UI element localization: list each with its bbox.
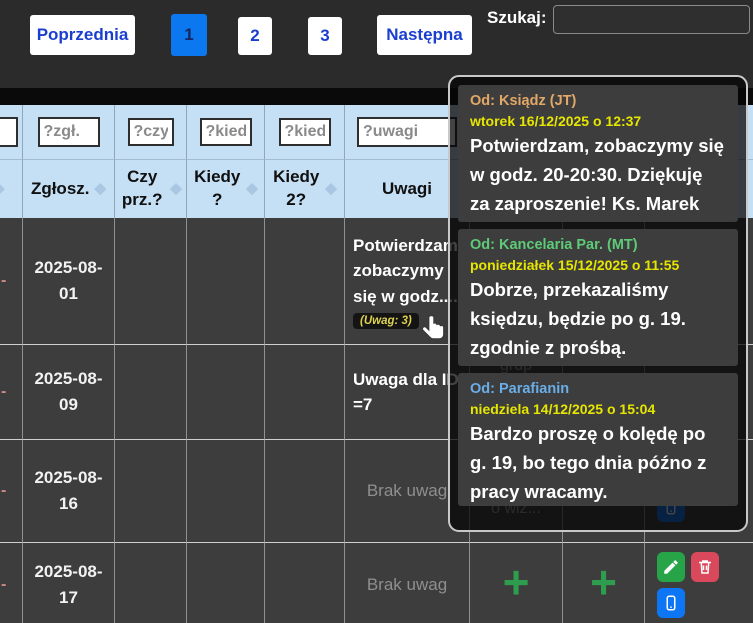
header-cell-stub[interactable]: ◆ — [0, 160, 23, 218]
search-label: Szukaj: — [487, 8, 547, 28]
trash-icon — [696, 558, 714, 576]
message-date: wtorek 16/12/2025 o 12:37 — [470, 112, 726, 131]
table-row-3-czy — [115, 440, 187, 543]
next-page-button[interactable]: Następna — [377, 15, 472, 55]
filter-input-czy[interactable] — [128, 118, 174, 146]
message-card: Od: Ksiądz (JT) wtorek 16/12/2025 o 12:3… — [458, 85, 738, 222]
table-row-1-kiedy2 — [265, 218, 345, 345]
table-row-4-czy — [115, 543, 187, 623]
prev-page-button[interactable]: Poprzednia — [30, 15, 135, 55]
comments-popup: Od: Ksiądz (JT) wtorek 16/12/2025 o 12:3… — [448, 75, 748, 532]
uwagi-empty-text: Brak uwag — [367, 575, 447, 595]
header-zglosz[interactable]: Zgłosz. ◆ — [23, 160, 115, 218]
filter-input-kiedy2[interactable] — [279, 118, 331, 146]
uwagi-count-badge[interactable]: (Uwag: 3) — [353, 313, 419, 329]
table-row-2-czy — [115, 345, 187, 440]
table-row-3-zglosz: 2025-08-16 — [23, 440, 115, 543]
message-sender: Od: Ksiądz (JT) — [470, 92, 726, 112]
table-row-2-stub: - — [0, 345, 23, 440]
table-row-1-kiedy1 — [187, 218, 265, 345]
app-window: Poprzednia 1 2 3 Następna Szukaj: — [0, 0, 753, 623]
edit-button[interactable] — [657, 552, 685, 582]
header-kiedy1-label: Kiedy ? — [193, 166, 241, 212]
message-date: niedziela 14/12/2025 o 15:04 — [470, 400, 726, 419]
message-date: poniedziałek 15/12/2025 o 11:55 — [470, 256, 726, 275]
sort-diamond-icon: ◆ — [95, 179, 107, 199]
table-row-4-col7: + — [563, 543, 645, 623]
filter-input-stub[interactable] — [0, 117, 18, 147]
filter-input-uwagi[interactable] — [357, 117, 457, 147]
table-row-4-uwagi[interactable]: Brak uwag — [345, 543, 470, 623]
filter-cell-czy — [115, 105, 187, 160]
table-row-4-zglosz: 2025-08-17 — [23, 543, 115, 623]
uwagi-preview-text: Potwierdzam, zobaczymy się w godz.... — [353, 233, 463, 310]
uwagi-empty-text: Brak uwag — [367, 481, 447, 501]
sort-diamond-icon: ◆ — [246, 179, 258, 199]
table-row-3-kiedy1 — [187, 440, 265, 543]
uwagi-preview-text: Uwaga dla ID =7 — [353, 367, 461, 418]
filter-cell-kiedy1 — [187, 105, 265, 160]
sort-diamond-icon: ◆ — [325, 179, 337, 199]
add-entry-button[interactable]: + — [590, 559, 617, 611]
sort-diamond-icon: ◆ — [170, 179, 182, 199]
message-body: Bardzo proszę o kolędę po g. 19, bo tego… — [470, 420, 726, 506]
table-row-2-zglosz: 2025-08-09 — [23, 345, 115, 440]
filter-cell-kiedy2 — [265, 105, 345, 160]
message-sender: Od: Parafianin — [470, 380, 726, 400]
table-row-3-stub: - — [0, 440, 23, 543]
filter-input-zglosz[interactable] — [38, 117, 100, 147]
header-czy[interactable]: Czy prz.? ◆ — [115, 160, 187, 218]
filter-input-kiedy1[interactable] — [200, 118, 252, 146]
header-zglosz-label: Zgłosz. — [31, 178, 90, 201]
table-row-4-col6: + — [470, 543, 563, 623]
message-card: Od: Kancelaria Par. (MT) poniedziałek 15… — [458, 229, 738, 366]
table-row-2-kiedy1 — [187, 345, 265, 440]
page-button-2[interactable]: 2 — [238, 17, 272, 55]
header-kiedy1[interactable]: Kiedy ? ◆ — [187, 160, 265, 218]
table-row-4-col8 — [645, 543, 753, 623]
message-sender: Od: Kancelaria Par. (MT) — [470, 236, 726, 256]
table-row-4-stub: - — [0, 543, 23, 623]
page-button-1[interactable]: 1 — [171, 14, 207, 56]
search-input[interactable] — [553, 5, 750, 34]
table-row-2-kiedy2 — [265, 345, 345, 440]
table-row-4-kiedy1 — [187, 543, 265, 623]
table-row-4-kiedy2 — [265, 543, 345, 623]
table-row-1-stub: - — [0, 218, 23, 345]
filter-cell-zglosz — [23, 105, 115, 160]
message-body: Potwierdzam, zobaczymy się w godz. 20-20… — [470, 132, 726, 218]
pencil-icon — [662, 558, 680, 576]
table-row-1-czy — [115, 218, 187, 345]
table-row-3-kiedy2 — [265, 440, 345, 543]
sort-diamond-icon: ◆ — [0, 179, 5, 199]
header-kiedy2[interactable]: Kiedy 2? ◆ — [265, 160, 345, 218]
page-button-3[interactable]: 3 — [308, 17, 342, 55]
add-entry-button[interactable]: + — [503, 559, 530, 611]
header-uwagi-label: Uwagi — [382, 178, 432, 201]
phone-button[interactable] — [657, 588, 685, 618]
phone-icon — [662, 594, 680, 612]
table-row-1-zglosz: 2025-08-01 — [23, 218, 115, 345]
header-kiedy2-label: Kiedy 2? — [272, 166, 320, 212]
message-card: Od: Parafianin niedziela 14/12/2025 o 15… — [458, 373, 738, 506]
message-body: Dobrze, przekazaliśmy księdzu, będzie po… — [470, 276, 726, 366]
header-czy-label: Czy prz.? — [119, 166, 165, 212]
delete-button[interactable] — [691, 552, 719, 582]
filter-cell-stub — [0, 105, 23, 160]
